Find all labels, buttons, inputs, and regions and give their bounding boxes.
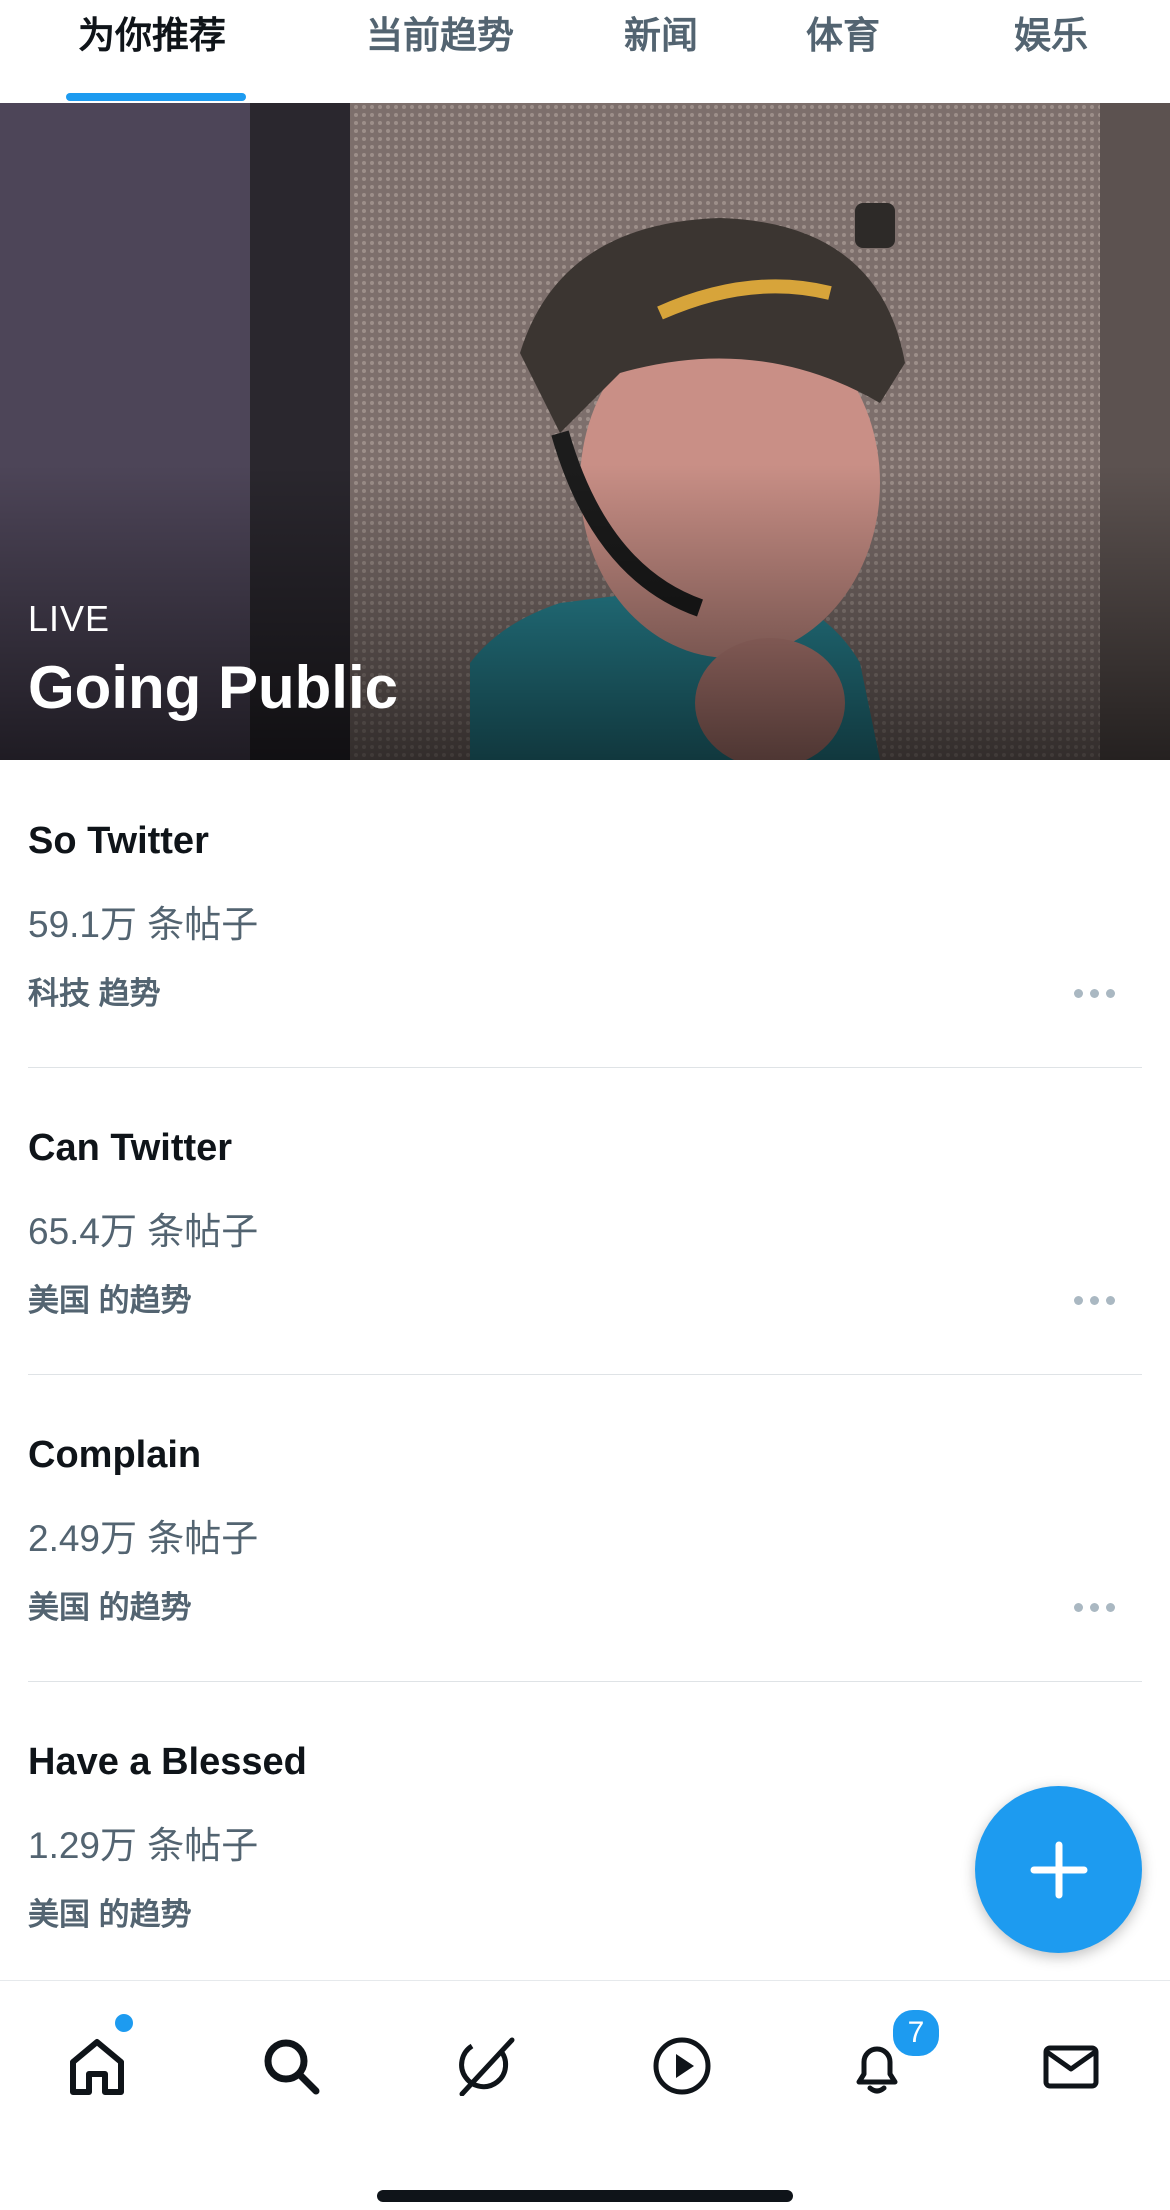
trend-post-count: 65.4万 条帖子	[28, 1211, 259, 1252]
home-icon	[70, 2039, 124, 2095]
nav-home[interactable]	[52, 2021, 142, 2111]
tab-entertainment[interactable]: 娱乐	[1014, 0, 1088, 72]
trend-post-count: 59.1万 条帖子	[28, 904, 259, 945]
trend-name: Can Twitter	[28, 1127, 233, 1169]
more-options-icon[interactable]	[1058, 978, 1130, 1008]
home-unread-dot	[112, 2011, 136, 2035]
trend-post-count: 1.29万 条帖子	[28, 1825, 259, 1866]
top-tab-bar: 为你推荐 当前趋势 新闻 体育 娱乐	[0, 0, 1170, 104]
active-tab-indicator	[66, 93, 246, 101]
compose-button[interactable]	[975, 1786, 1142, 1953]
trend-name: Complain	[28, 1434, 202, 1476]
nav-grok[interactable]	[441, 2021, 531, 2111]
trend-post-count: 2.49万 条帖子	[28, 1518, 259, 1559]
live-hero-card[interactable]: LIVE Going Public	[0, 103, 1170, 760]
nav-video[interactable]	[637, 2021, 727, 2111]
hero-title: Going Public	[28, 654, 398, 721]
live-badge: LIVE	[28, 598, 111, 639]
more-options-icon[interactable]	[1058, 1592, 1130, 1622]
trend-item[interactable]: So Twitter 59.1万 条帖子 科技 趋势	[0, 760, 1170, 1067]
trend-name: Have a Blessed	[28, 1741, 307, 1783]
plus-icon	[1030, 1841, 1088, 1899]
tab-trending[interactable]: 当前趋势	[366, 0, 514, 72]
trend-name: So Twitter	[28, 820, 209, 862]
tab-sports[interactable]: 体育	[806, 0, 880, 72]
trend-category: 美国 的趋势	[28, 1897, 192, 1932]
trend-item[interactable]: Complain 2.49万 条帖子 美国 的趋势	[0, 1374, 1170, 1681]
trend-category: 科技 趋势	[28, 976, 161, 1011]
more-options-icon[interactable]	[1058, 1285, 1130, 1315]
grok-icon	[459, 2037, 515, 2096]
trend-category: 美国 的趋势	[28, 1590, 192, 1625]
tab-for-you[interactable]: 为你推荐	[78, 0, 226, 72]
home-indicator	[377, 2190, 793, 2202]
trend-category: 美国 的趋势	[28, 1283, 192, 1318]
search-icon	[264, 2039, 320, 2095]
video-play-icon	[653, 2037, 711, 2095]
trend-item[interactable]: Can Twitter 65.4万 条帖子 美国 的趋势	[0, 1067, 1170, 1374]
nav-search[interactable]	[246, 2021, 336, 2111]
mail-icon	[1043, 2045, 1099, 2089]
nav-messages[interactable]	[1026, 2021, 1116, 2111]
tab-news[interactable]: 新闻	[624, 0, 698, 72]
notification-count-badge: 7	[890, 2007, 942, 2059]
bottom-nav-bar: 7	[0, 1980, 1170, 2210]
